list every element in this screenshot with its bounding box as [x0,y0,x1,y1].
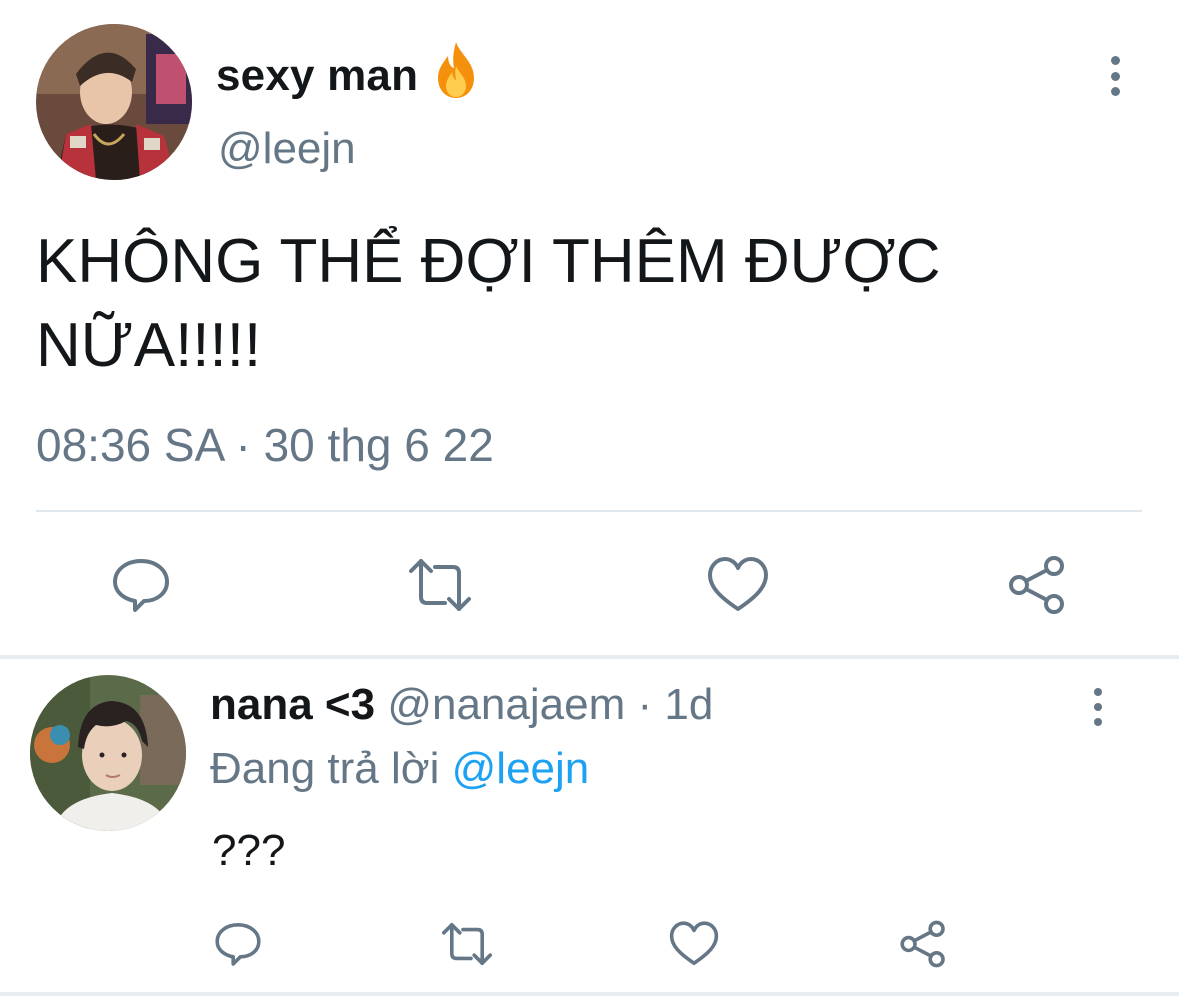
reply-time[interactable]: 1d [664,680,713,729]
tweet-text-line: NỮA!!!!! [36,311,262,380]
dot [1094,688,1102,696]
dot [1094,703,1102,711]
author-display-name[interactable]: sexy man [216,40,482,101]
replying-to-label: Đang trả lời [210,744,440,793]
bottom-divider [0,992,1179,996]
tweet-timestamp[interactable]: 08:36 SA · 30 thg 6 22 [36,418,494,472]
fire-icon [430,40,482,100]
dot [1110,71,1120,81]
more-options-icon[interactable] [1103,56,1127,96]
reply-author-handle[interactable]: @nanajaem [387,680,625,729]
share-icon[interactable] [1007,555,1067,615]
replying-to-mention[interactable]: @leejn [452,744,590,793]
tweet-text-line: KHÔNG THỂ ĐỢI THÊM ĐƯỢC [36,227,941,296]
reply-author-avatar[interactable] [30,675,186,831]
author-avatar[interactable] [36,24,192,180]
reply-text: ??? [212,826,286,875]
divider [36,510,1142,512]
section-separator [0,655,1179,659]
reply-more-options-icon[interactable] [1086,688,1110,726]
dot [1094,718,1102,726]
reply-icon[interactable] [111,555,171,615]
retweet-icon[interactable] [440,920,494,968]
dot [1110,87,1120,96]
reply-author-name[interactable]: nana <3 [210,680,375,729]
main-tweet: sexy man @leejn KHÔNG THỂ ĐỢI THÊM ĐƯỢC … [0,0,1179,655]
dot [1110,56,1120,65]
like-icon[interactable] [668,920,720,968]
replying-to: Đang trả lời @leejn [210,744,589,794]
share-icon[interactable] [899,920,947,968]
reply-icon[interactable] [214,920,262,968]
retweet-icon[interactable] [407,555,473,615]
like-icon[interactable] [706,555,770,615]
reply-separator: · [637,680,653,729]
author-name-text: sexy man [216,51,419,100]
tweet-text: KHÔNG THỂ ĐỢI THÊM ĐƯỢC NỮA!!!!! [36,220,1136,388]
author-handle[interactable]: @leejn [218,124,356,174]
reply-header: nana <3 @nanajaem · 1d [210,680,713,730]
